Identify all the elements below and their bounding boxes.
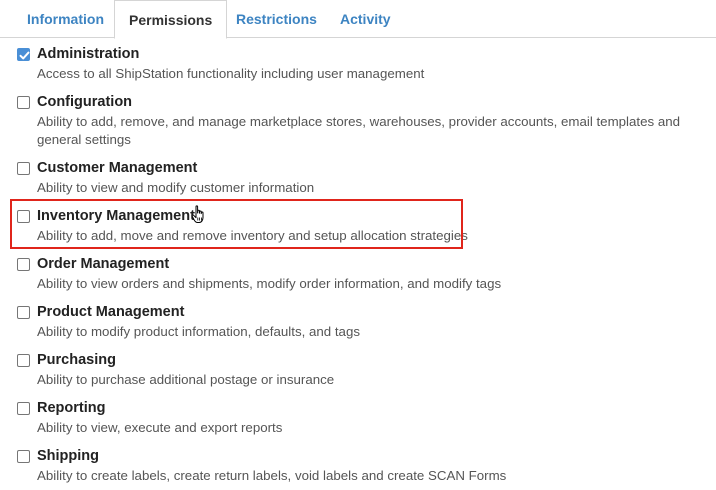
configuration-checkbox[interactable] <box>17 96 30 109</box>
permission-description: Ability to purchase additional postage o… <box>37 372 335 387</box>
permission-title: Shipping <box>37 448 100 464</box>
permission-description: Ability to view orders and shipments, mo… <box>37 276 502 291</box>
shipping-checkbox[interactable] <box>17 450 30 463</box>
tab-bar: Information Permissions Restrictions Act… <box>0 0 716 39</box>
hand-pointer-icon <box>191 205 204 223</box>
highlight-annotation <box>10 199 463 249</box>
permission-description: Ability to view and modify customer info… <box>37 180 315 195</box>
tab-permissions[interactable]: Permissions <box>114 0 228 39</box>
permission-title: Reporting <box>37 400 106 416</box>
customer-management-checkbox[interactable] <box>17 162 30 175</box>
purchasing-checkbox[interactable] <box>17 354 30 367</box>
permission-title: Configuration <box>37 94 133 110</box>
tab-information[interactable]: Information <box>27 0 104 38</box>
permission-description: Ability to create labels, create return … <box>37 468 507 483</box>
order-management-checkbox[interactable] <box>17 258 30 271</box>
permission-description: Ability to view, execute and export repo… <box>37 420 283 435</box>
permission-description: Ability to add, remove, and manage marke… <box>37 114 681 147</box>
permission-title: Order Management <box>37 256 170 272</box>
permission-title: Administration <box>37 46 140 62</box>
tab-activity[interactable]: Activity <box>340 0 391 38</box>
tab-restrictions[interactable]: Restrictions <box>236 0 317 38</box>
permission-title: Product Management <box>37 304 185 320</box>
reporting-checkbox[interactable] <box>17 402 30 415</box>
permission-description: Ability to modify product information, d… <box>37 324 360 339</box>
permission-title: Customer Management <box>37 160 198 176</box>
permission-description: Access to all ShipStation functionality … <box>37 66 425 81</box>
administration-checkbox[interactable] <box>17 48 30 61</box>
permission-title: Purchasing <box>37 352 116 368</box>
product-management-checkbox[interactable] <box>17 306 30 319</box>
checkmark-icon <box>19 51 30 60</box>
